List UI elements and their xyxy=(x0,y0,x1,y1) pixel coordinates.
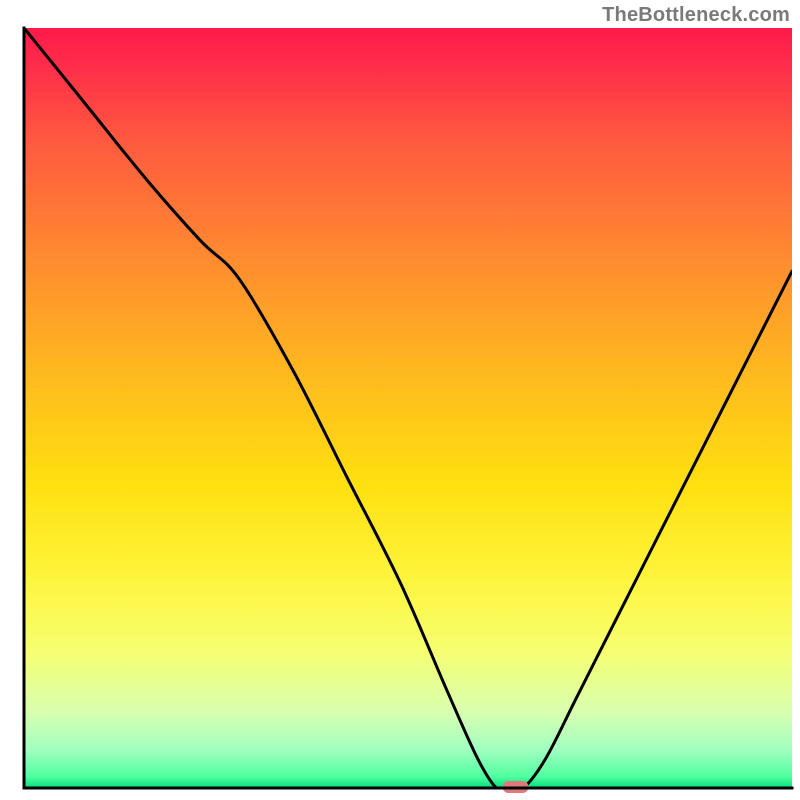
gradient-background xyxy=(24,28,792,788)
bottleneck-chart xyxy=(0,0,800,800)
chart-container: TheBottleneck.com xyxy=(0,0,800,800)
